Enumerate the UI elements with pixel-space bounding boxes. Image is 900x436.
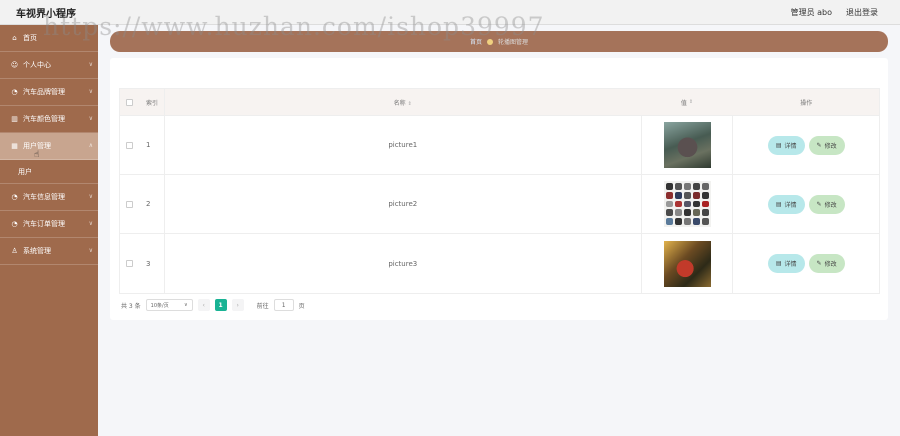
people-icon: ♙ xyxy=(11,247,18,255)
car-icon: ◔ xyxy=(11,193,18,201)
edit-button[interactable]: ✎ 修改 xyxy=(808,194,845,214)
row-image[interactable] xyxy=(663,240,711,287)
breadcrumb: 首页 轮播图管理 xyxy=(110,31,888,52)
user-icon: ☺ xyxy=(10,61,19,69)
chevron-down-icon: ∨ xyxy=(88,61,93,68)
car-icon: ◔ xyxy=(11,88,18,96)
home-icon: ⌂ xyxy=(12,34,17,42)
edit-button[interactable]: ✎ 修改 xyxy=(808,254,845,273)
chevron-down-icon: ∨ xyxy=(88,247,93,254)
chevron-up-icon: ∧ xyxy=(88,142,93,149)
row-name: picture2 xyxy=(388,200,418,208)
table-header: 索引 名称 ⇕ 值 ⇕ 操作 xyxy=(120,89,879,116)
column-header-actions: 操作 xyxy=(800,99,813,107)
edit-icon: ✎ xyxy=(816,142,822,149)
logout-link[interactable]: 退出登录 xyxy=(846,7,878,18)
sidebar-item-label: 汽车颜色管理 xyxy=(23,115,65,123)
column-header-value[interactable]: 值 ⇕ xyxy=(641,98,734,107)
chevron-down-icon: ∨ xyxy=(88,193,93,200)
row-index: 3 xyxy=(140,234,165,293)
sidebar: ⌂ 首页 ☺ 个人中心 ∨ ◔ 汽车品牌管理 ∨ ▥ 汽车颜色管理 ∨ ▦ 用户… xyxy=(0,25,98,436)
pagination: 共 3 条 10条/页 ∨ ‹ 1 › 前往 1 页 xyxy=(121,299,305,311)
row-index: 1 xyxy=(140,116,165,174)
chevron-down-icon: ∨ xyxy=(88,88,93,95)
admin-user-label[interactable]: 管理员 abo xyxy=(791,7,832,18)
row-name: picture3 xyxy=(388,259,418,268)
data-table: 索引 名称 ⇕ 值 ⇕ 操作 1 picture1 ▤ 详情 ✎ 修改 2 pictur… xyxy=(119,88,880,294)
select-all-checkbox[interactable] xyxy=(126,98,134,106)
content-card: 索引 名称 ⇕ 值 ⇕ 操作 1 picture1 ▤ 详情 ✎ 修改 2 pictur… xyxy=(110,58,888,320)
sidebar-item-system[interactable]: ♙ 系统管理 ∨ xyxy=(0,238,98,265)
edit-icon: ✎ xyxy=(816,261,822,267)
page-number-button[interactable]: 1 xyxy=(214,299,227,311)
page-unit-label: 页 xyxy=(298,302,305,310)
sidebar-item-label: 系统管理 xyxy=(23,247,51,255)
sort-icon: ⇕ xyxy=(688,99,694,105)
edit-icon: ✎ xyxy=(816,201,822,208)
pagination-total: 共 3 条 xyxy=(121,302,141,310)
table-row: 3 picture3 ▤ 详情 ✎ 修改 xyxy=(120,234,879,293)
detail-button[interactable]: ▤ 详情 xyxy=(767,254,805,273)
sidebar-item-label: 个人中心 xyxy=(23,61,51,69)
grid-icon: ▦ xyxy=(11,142,18,150)
goto-page-input[interactable]: 1 xyxy=(273,299,294,311)
sidebar-subitem-user[interactable]: 用户 xyxy=(0,160,98,184)
document-icon: ▤ xyxy=(775,261,782,267)
breadcrumb-current: 轮播图管理 xyxy=(498,39,529,46)
sidebar-item-car-order[interactable]: ◔ 汽车订单管理 ∨ xyxy=(0,211,98,238)
document-icon: ▤ xyxy=(775,142,782,149)
car-icon: ◔ xyxy=(11,220,18,228)
breadcrumb-home-link[interactable]: 首页 xyxy=(470,37,482,46)
top-bar: 车视界小程序 管理员 abo 退出登录 xyxy=(0,0,900,25)
sort-icon: ⇕ xyxy=(407,100,412,107)
sidebar-item-car-info[interactable]: ◔ 汽车信息管理 ∨ xyxy=(0,184,98,211)
column-header-name[interactable]: 名称 ⇕ xyxy=(165,98,641,107)
column-header-index: 索引 xyxy=(140,89,165,115)
row-image[interactable] xyxy=(663,181,711,227)
sidebar-item-label: 汽车品牌管理 xyxy=(23,88,65,96)
sidebar-item-user-management[interactable]: ▦ 用户管理 ∧ ☝ xyxy=(0,133,98,160)
document-icon: ▤ xyxy=(775,201,782,208)
chevron-down-icon: ∨ xyxy=(88,220,93,227)
sidebar-item-car-brand[interactable]: ◔ 汽车品牌管理 ∨ xyxy=(0,79,98,106)
breadcrumb-separator-icon xyxy=(487,38,493,45)
goto-label: 前往 xyxy=(256,302,269,310)
chart-icon: ▥ xyxy=(11,115,18,123)
row-name: picture1 xyxy=(388,141,418,149)
row-checkbox[interactable] xyxy=(126,141,134,149)
row-image[interactable] xyxy=(663,122,711,168)
chevron-down-icon: ∨ xyxy=(183,302,188,308)
sidebar-item-profile[interactable]: ☺ 个人中心 ∨ xyxy=(0,52,98,79)
edit-button[interactable]: ✎ 修改 xyxy=(808,135,845,155)
detail-button[interactable]: ▤ 详情 xyxy=(767,194,805,214)
sidebar-item-label: 汽车信息管理 xyxy=(23,193,65,201)
sidebar-item-label: 汽车订单管理 xyxy=(23,220,65,228)
sidebar-item-label: 首页 xyxy=(23,34,37,42)
app-title: 车视界小程序 xyxy=(16,9,76,20)
table-row: 2 picture2 ▤ 详情 ✎ 修改 xyxy=(120,175,879,234)
row-checkbox[interactable] xyxy=(126,260,134,267)
page-size-select[interactable]: 10条/页 ∨ xyxy=(145,299,193,311)
row-checkbox[interactable] xyxy=(126,200,134,208)
hand-cursor-icon: ☝ xyxy=(34,150,40,160)
sidebar-item-home[interactable]: ⌂ 首页 xyxy=(0,25,98,52)
chevron-down-icon: ∨ xyxy=(88,115,93,122)
sidebar-item-car-color[interactable]: ▥ 汽车颜色管理 ∨ xyxy=(0,106,98,133)
table-row: 1 picture1 ▤ 详情 ✎ 修改 xyxy=(120,116,879,175)
detail-button[interactable]: ▤ 详情 xyxy=(767,135,805,155)
prev-page-button[interactable]: ‹ xyxy=(197,299,210,311)
row-index: 2 xyxy=(140,175,165,233)
next-page-button[interactable]: › xyxy=(231,299,244,311)
